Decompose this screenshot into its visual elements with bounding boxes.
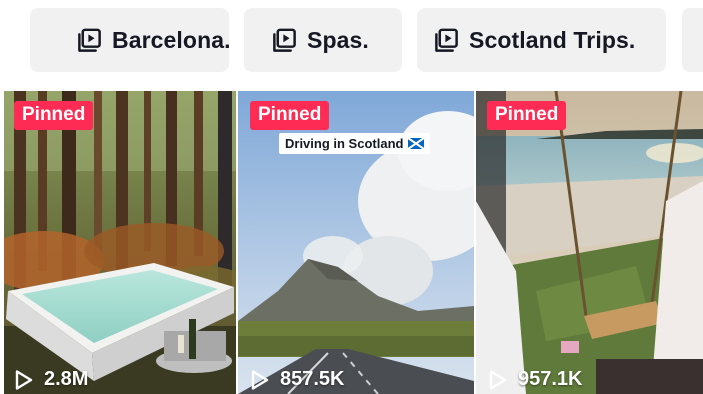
playlist-chip-label: Scotland Trips.	[469, 26, 636, 53]
playlist-chip-scotland-trips[interactable]: Scotland Trips.	[417, 8, 666, 72]
playlist-chip-label: Spas.	[307, 26, 369, 53]
play-icon	[15, 369, 33, 390]
playlist-icon	[435, 28, 458, 52]
playlist-chip-barcelona[interactable]: Barcelona.	[30, 8, 231, 72]
pinned-badge: Pinned	[14, 101, 94, 130]
view-count: 857.5K	[250, 368, 345, 391]
view-count-text: 857.5K	[280, 368, 345, 390]
playlist-chip-spas[interactable]: Spas.	[244, 8, 402, 72]
play-icon	[489, 369, 507, 390]
view-count-text: 957.1K	[518, 368, 583, 390]
playlist-icon	[78, 28, 101, 52]
pinned-badge: Pinned	[487, 101, 567, 130]
view-count-text: 2.8M	[44, 368, 89, 390]
video-tile[interactable]: Pinned 957.1K	[476, 91, 703, 394]
view-count: 957.1K	[488, 368, 583, 391]
caption-text: Driving in Scotland	[285, 136, 404, 151]
video-caption: Driving in Scotland	[279, 133, 431, 154]
playlist-icon	[273, 28, 296, 52]
playlist-row: Barcelona. Spas. Scotland Trips.	[0, 8, 703, 72]
video-tile[interactable]: Pinned 2.8M	[4, 91, 236, 394]
playlist-chip-label: Barcelona.	[112, 26, 231, 53]
pinned-badge: Pinned	[250, 101, 330, 130]
profile-content: Barcelona. Spas. Scotland Trips. Pinned …	[0, 0, 703, 394]
video-thumbnail	[4, 91, 236, 394]
video-thumbnail	[476, 91, 703, 394]
play-icon	[251, 369, 269, 390]
video-tile[interactable]: Pinned Driving in Scotland 857.5K	[238, 91, 474, 394]
video-grid: Pinned 2.8M Pinned Driving in Scotland 8…	[0, 91, 703, 394]
view-count: 2.8M	[14, 368, 88, 391]
scotland-flag-icon	[408, 138, 425, 149]
playlist-chip-more[interactable]	[682, 8, 703, 72]
